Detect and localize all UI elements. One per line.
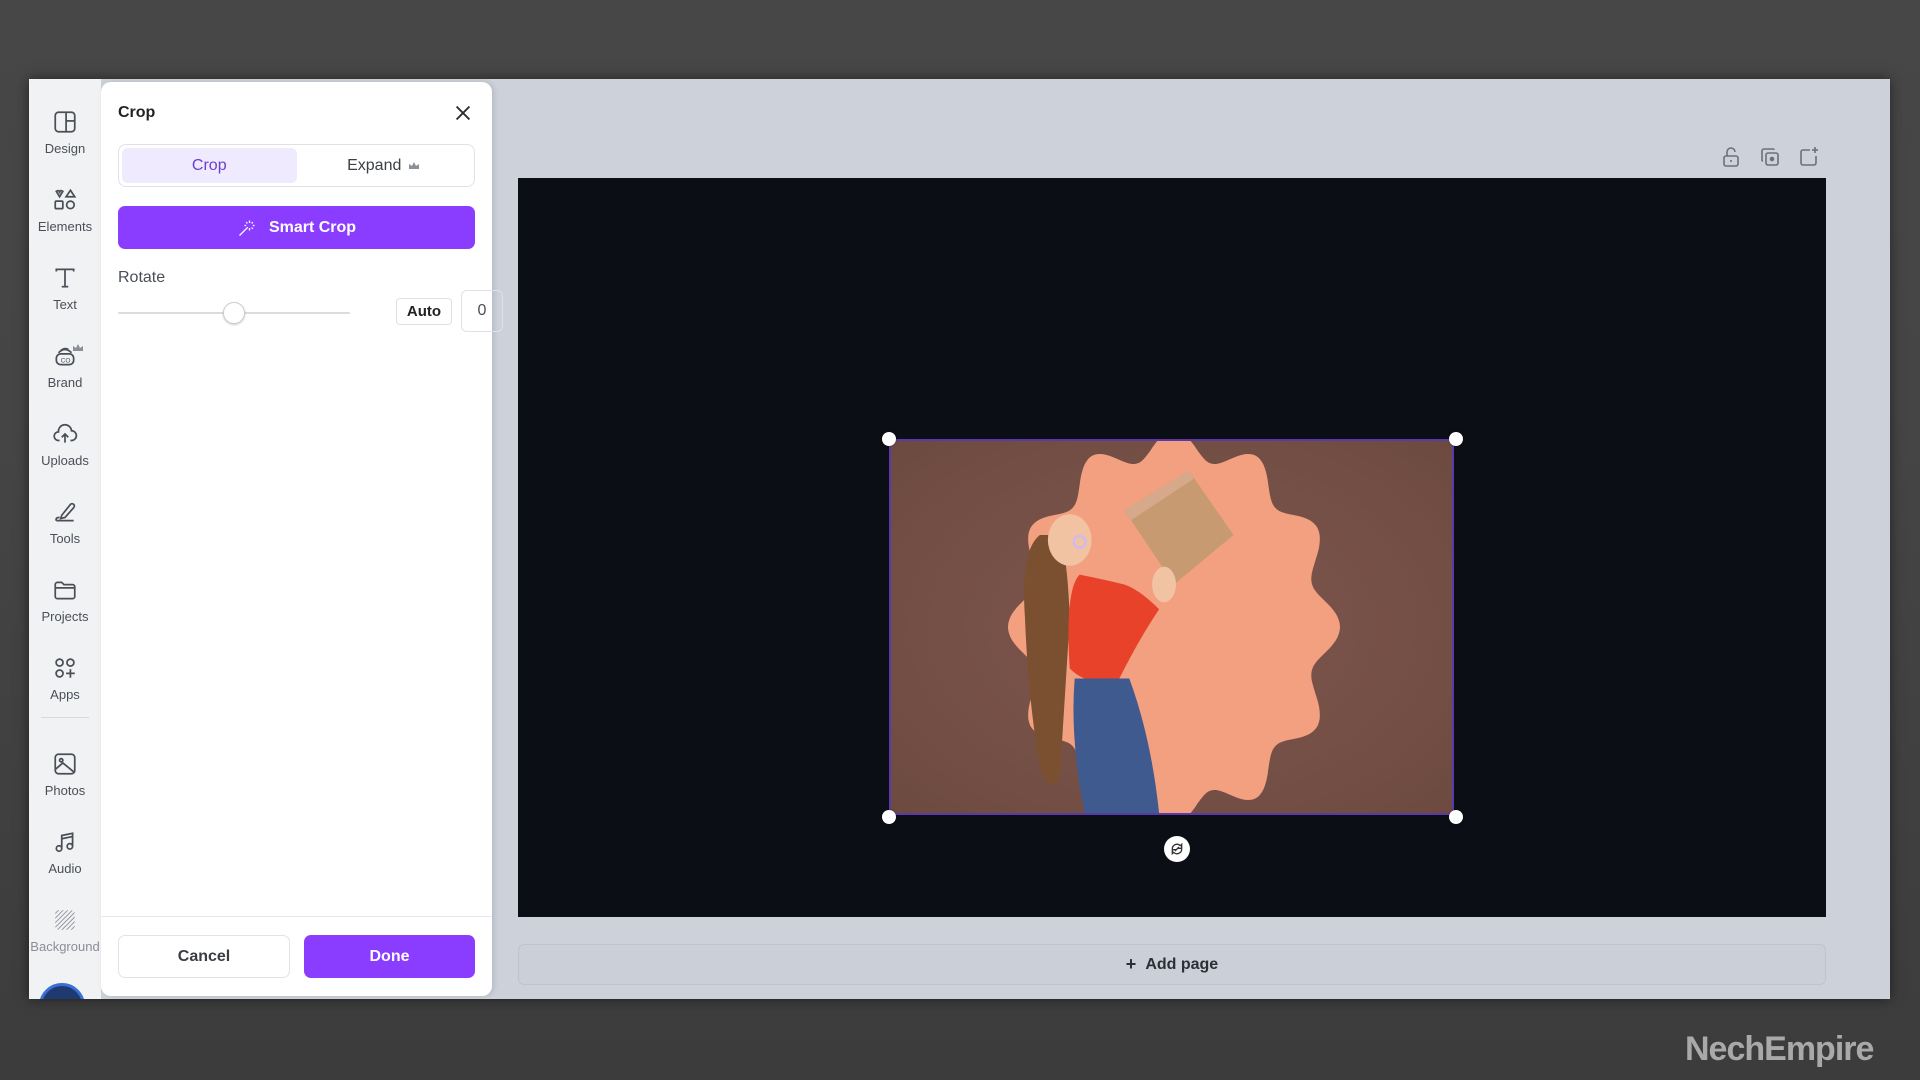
sidebar-item-label: Brand <box>47 375 83 390</box>
slider-thumb[interactable] <box>223 302 245 324</box>
resize-handle-top-right[interactable] <box>1449 432 1463 446</box>
sidebar-item-brand[interactable]: CO Brand <box>29 337 101 407</box>
tab-label: Crop <box>191 156 227 174</box>
smart-crop-label: Smart Crop <box>268 218 357 236</box>
unlock-icon[interactable] <box>1719 145 1743 169</box>
sidebar-item-label: Elements <box>37 219 93 234</box>
sidebar-item-label: Uploads <box>41 453 89 468</box>
add-page-button[interactable]: + Add page <box>518 944 1826 985</box>
sidebar-item-label: Text <box>53 297 77 312</box>
sidebar-item-elements[interactable]: Elements <box>29 181 101 251</box>
sidebar-item-label: Background <box>30 939 100 954</box>
resize-handle-bottom-left[interactable] <box>882 810 896 824</box>
resize-handle-top-left[interactable] <box>882 432 896 446</box>
rotate-slider[interactable] <box>118 301 350 325</box>
photo-icon <box>54 753 76 775</box>
design-icon <box>54 111 76 133</box>
premium-crown-icon <box>73 344 83 351</box>
tab-label: Expand <box>347 156 402 174</box>
sidebar-item-audio[interactable]: Audio <box>29 823 101 893</box>
sidebar-item-photos[interactable]: Photos <box>29 745 101 815</box>
duplicate-icon[interactable] <box>1758 145 1782 169</box>
close-icon[interactable] <box>452 102 474 124</box>
sidebar-item-background[interactable]: Background <box>29 901 101 971</box>
background-pattern-icon <box>55 910 75 930</box>
design-canvas[interactable] <box>518 178 1826 917</box>
image-crop-frame[interactable] <box>889 439 1454 815</box>
footer-divider <box>101 916 492 917</box>
sidebar-item-tools[interactable]: Tools <box>29 493 101 563</box>
tab-crop[interactable]: Crop <box>122 148 297 183</box>
sidebar-item-label: Photos <box>44 783 86 798</box>
plus-icon: + <box>1125 954 1137 974</box>
rotate-handle[interactable] <box>1164 836 1190 862</box>
rotate-icon <box>1171 842 1183 856</box>
sidebar-divider <box>41 717 89 718</box>
page-toolbar <box>1719 145 1821 169</box>
folder-icon <box>54 581 76 600</box>
rotate-degree-input[interactable]: 0 <box>461 290 503 332</box>
pen-tool-icon <box>55 502 76 522</box>
add-page-icon[interactable] <box>1797 145 1821 169</box>
done-button[interactable]: Done <box>304 935 475 978</box>
sidebar-item-label: Projects <box>41 609 89 624</box>
left-sidebar: Design Elements Text CO Brand Uploads To… <box>29 79 101 999</box>
text-icon <box>55 268 75 288</box>
auto-rotate-button[interactable]: Auto <box>396 298 452 325</box>
sidebar-item-design[interactable]: Design <box>29 103 101 173</box>
panel-title: Crop <box>118 104 156 121</box>
upload-cloud-icon <box>53 423 78 443</box>
smart-crop-button[interactable]: Smart Crop <box>118 206 475 249</box>
sidebar-item-label: Design <box>44 141 86 156</box>
sidebar-item-apps[interactable]: Apps <box>29 649 101 719</box>
sidebar-item-label: Apps <box>50 687 80 702</box>
svg-text:CO: CO <box>61 358 71 365</box>
sidebar-item-label: Tools <box>49 531 81 546</box>
crop-panel: Crop Crop Expand Smart Crop Rotate Auto … <box>101 82 503 996</box>
sidebar-item-label: Audio <box>48 861 82 876</box>
music-note-icon <box>55 832 74 853</box>
crop-mode-tabs: Crop Expand <box>118 144 475 187</box>
watermark-text: NechEmpire <box>1685 1030 1874 1068</box>
sidebar-item-uploads[interactable]: Uploads <box>29 415 101 485</box>
photo-image <box>891 441 1452 813</box>
cancel-button[interactable]: Cancel <box>118 935 290 978</box>
avatar[interactable] <box>39 983 85 999</box>
editor-window: Design Elements Text CO Brand Uploads To… <box>29 79 1890 999</box>
resize-handle-bottom-right[interactable] <box>1449 810 1463 824</box>
apps-grid-icon <box>55 658 75 678</box>
elements-icon <box>54 188 77 210</box>
sidebar-item-projects[interactable]: Projects <box>29 571 101 641</box>
sidebar-item-text[interactable]: Text <box>29 259 101 329</box>
premium-crown-icon <box>409 161 420 169</box>
add-page-label: Add page <box>1145 955 1219 973</box>
rotate-label: Rotate <box>118 269 166 286</box>
magic-wand-icon <box>238 220 255 236</box>
tab-expand[interactable]: Expand <box>297 148 472 183</box>
